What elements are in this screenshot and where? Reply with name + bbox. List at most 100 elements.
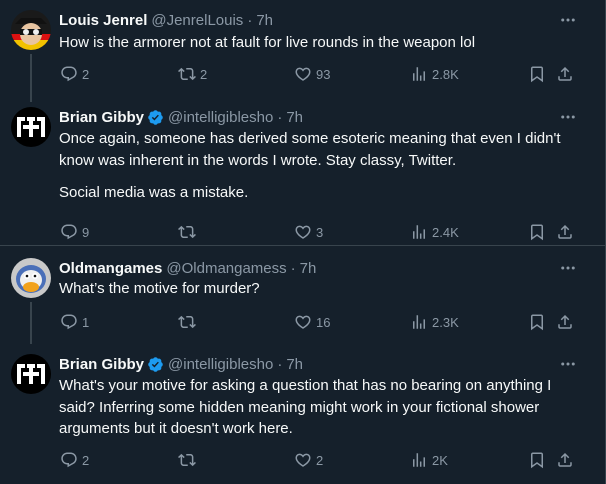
tweet-paragraph: Social media was a mistake. <box>59 184 249 201</box>
views-icon <box>413 315 425 329</box>
tweet-1[interactable]: Louis Jenrel @JenrelLouis · 7h How is th… <box>0 10 606 102</box>
more-options-icon[interactable] <box>558 258 578 278</box>
tweet-2[interactable]: Brian Gibby @intelligiblesho · 7h Once a… <box>0 107 606 243</box>
share-button[interactable] <box>556 222 574 242</box>
views-count: 2.3K <box>432 314 459 330</box>
retweet-button[interactable] <box>178 312 200 332</box>
author-name[interactable]: Louis Jenrel <box>59 12 147 29</box>
tweet-text: What's your motive for asking a question… <box>59 375 586 440</box>
retweet-count: 2 <box>200 66 208 82</box>
like-button[interactable]: 2 <box>294 450 323 470</box>
views-button[interactable]: 2.4K <box>410 222 459 242</box>
action-bar: 2 2 93 2.8K <box>52 64 582 84</box>
thread-line <box>30 54 32 102</box>
tweet-4[interactable]: Brian Gibby @intelligiblesho · 7h What's… <box>0 354 606 474</box>
action-bar: 9 3 2.4K <box>52 222 582 242</box>
author-handle[interactable]: @intelligiblesho <box>168 109 273 126</box>
share-icon <box>558 452 572 467</box>
author-handle[interactable]: @JenrelLouis <box>151 12 243 29</box>
reply-icon <box>61 314 77 330</box>
views-icon <box>413 67 425 81</box>
share-button[interactable] <box>556 64 574 84</box>
separator-dot: · <box>247 11 253 29</box>
retweet-button[interactable] <box>178 222 200 242</box>
reply-icon <box>61 66 77 82</box>
views-button[interactable]: 2.8K <box>410 64 459 84</box>
share-icon <box>558 314 572 329</box>
retweet-icon <box>178 67 196 81</box>
bookmark-button[interactable] <box>528 312 546 332</box>
bookmark-icon <box>531 452 543 469</box>
author-name[interactable]: Oldmangames <box>59 260 162 277</box>
views-button[interactable]: 2.3K <box>410 312 459 332</box>
more-options-icon[interactable] <box>558 107 578 127</box>
retweet-icon <box>178 315 196 329</box>
bookmark-icon <box>531 314 543 331</box>
timestamp[interactable]: 7h <box>286 356 303 373</box>
verified-badge-icon <box>147 109 164 126</box>
reply-count: 2 <box>82 66 90 82</box>
separator-dot: · <box>277 108 283 126</box>
reply-button[interactable]: 1 <box>60 312 89 332</box>
tweet-text: What’s the motive for murder? <box>59 278 586 300</box>
like-button[interactable]: 93 <box>294 64 330 84</box>
bookmark-button[interactable] <box>528 222 546 242</box>
author-name[interactable]: Brian Gibby <box>59 356 144 373</box>
bookmark-button[interactable] <box>528 64 546 84</box>
like-button[interactable]: 16 <box>294 312 330 332</box>
author-name[interactable]: Brian Gibby <box>59 109 144 126</box>
avatar[interactable] <box>11 258 51 298</box>
more-options-icon[interactable] <box>558 354 578 374</box>
action-bar: 2 2 2K <box>52 450 582 470</box>
retweet-button[interactable] <box>178 450 200 470</box>
tweet-header: Brian Gibby @intelligiblesho · 7h <box>59 354 303 374</box>
action-bar: 1 16 2.3K <box>52 312 582 332</box>
tweet-paragraph: Once again, someone has derived some eso… <box>59 130 561 169</box>
tweet-header: Oldmangames @Oldmangamess · 7h <box>59 258 316 278</box>
reply-button[interactable]: 2 <box>60 450 89 470</box>
share-button[interactable] <box>556 450 574 470</box>
reply-icon <box>61 452 77 468</box>
share-icon <box>558 224 572 239</box>
author-handle[interactable]: @Oldmangamess <box>166 260 286 277</box>
reply-button[interactable]: 9 <box>60 222 89 242</box>
heart-icon <box>295 453 311 467</box>
tweet-3[interactable]: Oldmangames @Oldmangamess · 7h What’s th… <box>0 258 606 344</box>
tweet-paragraph: How is the armorer not at fault for live… <box>59 34 476 51</box>
bookmark-button[interactable] <box>528 450 546 470</box>
share-button[interactable] <box>556 312 574 332</box>
tweet-paragraph: What's your motive for asking a question… <box>59 377 552 437</box>
tweet-header: Brian Gibby @intelligiblesho · 7h <box>59 107 303 127</box>
tweet-text: How is the armorer not at fault for live… <box>59 32 586 54</box>
reply-icon <box>61 224 77 240</box>
reply-button[interactable]: 2 <box>60 64 89 84</box>
tweet-text: Once again, someone has derived some eso… <box>59 128 586 204</box>
reply-count: 1 <box>82 314 90 330</box>
share-icon <box>558 66 572 81</box>
views-count: 2.4K <box>432 224 459 240</box>
author-handle[interactable]: @intelligiblesho <box>168 356 273 373</box>
heart-icon <box>295 67 311 81</box>
timestamp[interactable]: 7h <box>256 12 273 29</box>
retweet-button[interactable]: 2 <box>178 64 207 84</box>
reply-count: 9 <box>82 224 90 240</box>
views-count: 2K <box>432 452 448 468</box>
views-button[interactable]: 2K <box>410 450 448 470</box>
like-count: 16 <box>316 314 331 330</box>
timestamp[interactable]: 7h <box>286 109 303 126</box>
timestamp[interactable]: 7h <box>300 260 317 277</box>
separator-dot: · <box>277 355 283 373</box>
avatar[interactable] <box>11 10 51 50</box>
views-count: 2.8K <box>432 66 459 82</box>
thread-line <box>30 302 32 344</box>
avatar[interactable] <box>11 354 51 394</box>
more-options-icon[interactable] <box>558 10 578 30</box>
avatar[interactable] <box>11 107 51 147</box>
like-button[interactable]: 3 <box>294 222 323 242</box>
reply-count: 2 <box>82 452 90 468</box>
tweet-paragraph: What’s the motive for murder? <box>59 280 260 297</box>
views-icon <box>413 225 425 239</box>
views-icon <box>413 453 425 467</box>
bookmark-icon <box>531 224 543 241</box>
retweet-icon <box>178 225 196 239</box>
